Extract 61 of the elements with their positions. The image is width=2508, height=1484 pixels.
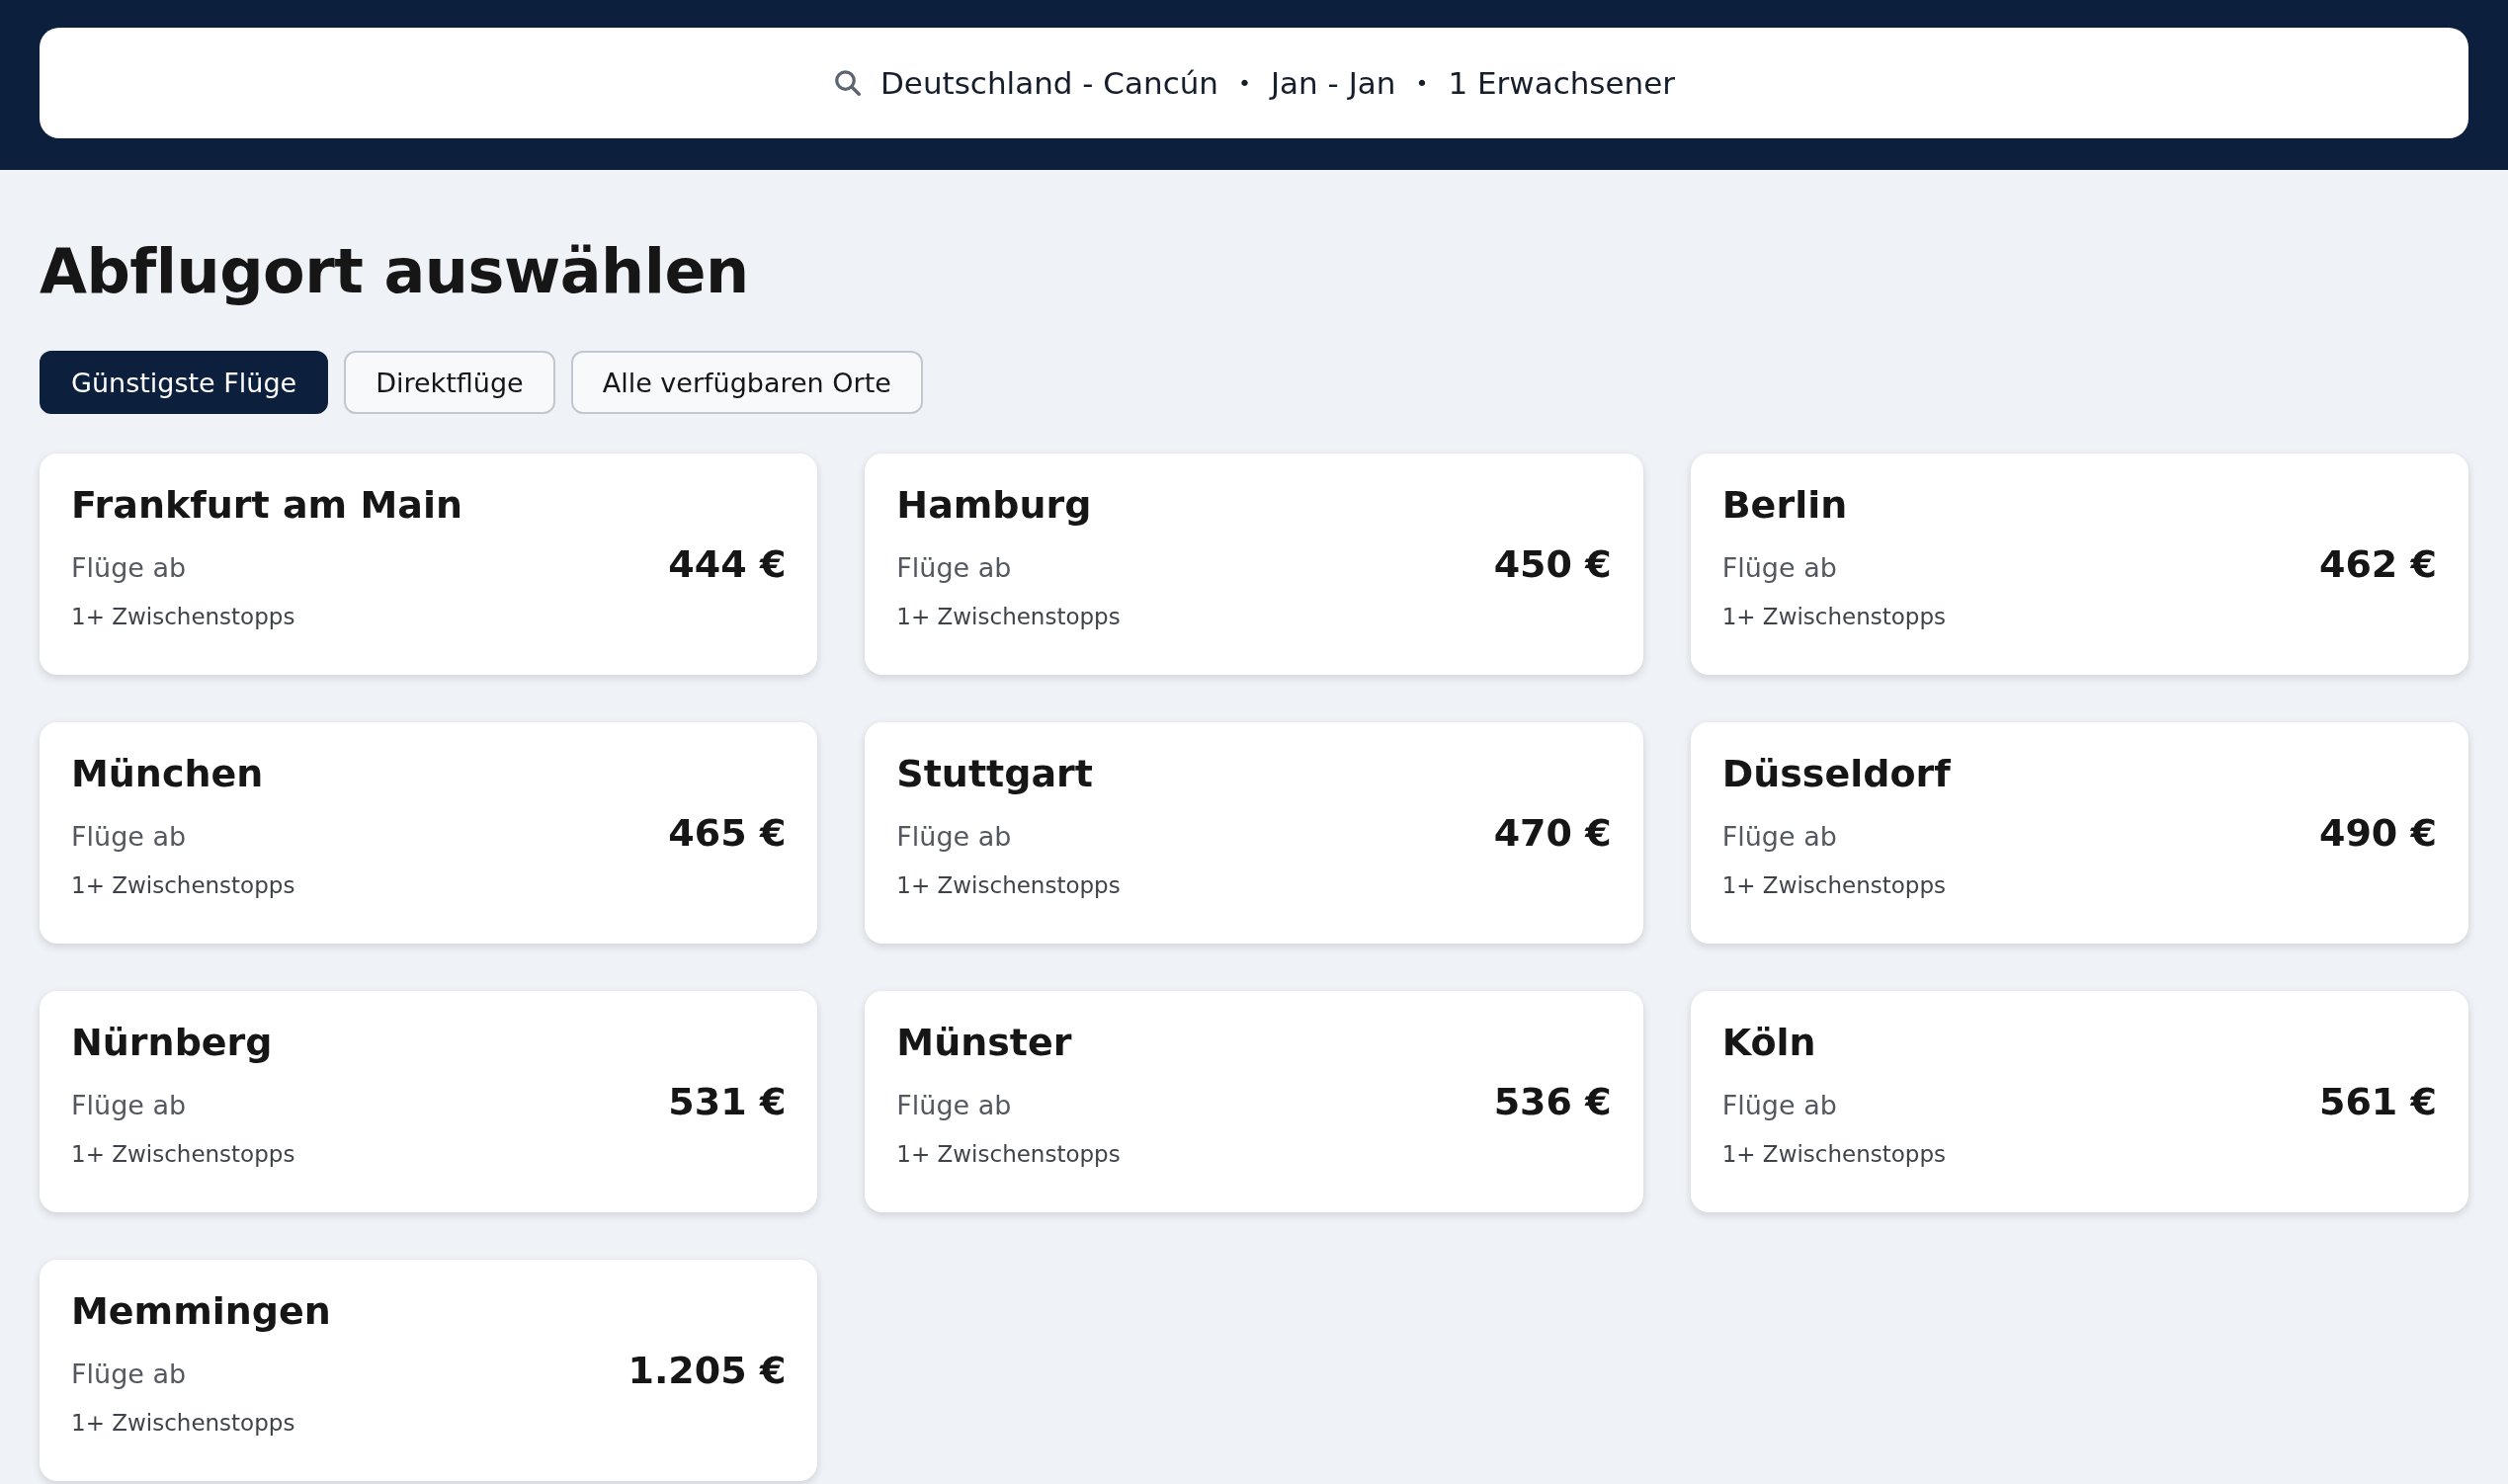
- stops-text: 1+ Zwischenstopps: [71, 604, 296, 629]
- stops-text: 1+ Zwischenstopps: [71, 872, 296, 898]
- price-label: Flüge ab: [71, 821, 187, 852]
- stops-text: 1+ Zwischenstopps: [1721, 1141, 1948, 1167]
- city-name: Berlin: [1721, 483, 1849, 527]
- destination-card[interactable]: Nürnberg Flüge ab 531 € 1+ Zwischenstopps: [40, 991, 818, 1212]
- dates-text: Jan - Jan: [1270, 65, 1396, 101]
- stops-text: 1+ Zwischenstopps: [1721, 872, 1948, 898]
- stops-text: 1+ Zwischenstopps: [896, 872, 1122, 898]
- route-text: Deutschland - Cancún: [879, 65, 1218, 101]
- destination-card[interactable]: Frankfurt am Main Flüge ab 444 € 1+ Zwischenstopps: [40, 453, 818, 675]
- city-name: Köln: [1721, 1021, 1817, 1064]
- stops-text: 1+ Zwischenstopps: [896, 604, 1122, 629]
- price-text: 561 €: [2319, 1080, 2437, 1123]
- price-text: 470 €: [1493, 811, 1612, 855]
- price-label: Flüge ab: [71, 1090, 187, 1120]
- page-title: Abflugort auswählen: [40, 234, 750, 309]
- filter-chip[interactable]: Direktflüge: [344, 351, 555, 414]
- destination-card[interactable]: Berlin Flüge ab 462 € 1+ Zwischenstopps: [1690, 453, 2468, 675]
- price-text: 531 €: [668, 1080, 787, 1123]
- destination-card[interactable]: Hamburg Flüge ab 450 € 1+ Zwischenstopps: [865, 453, 1643, 675]
- filter-chip[interactable]: Alle verfügbaren Orte: [570, 351, 923, 414]
- price-text: 462 €: [2319, 542, 2437, 586]
- city-name: Düsseldorf: [1721, 752, 1952, 795]
- stops-text: 1+ Zwischenstopps: [896, 1141, 1122, 1167]
- search-bar[interactable]: Deutschland - Cancún • Jan - Jan • 1 Erwachsener: [40, 28, 2468, 138]
- city-name: Münster: [896, 1021, 1073, 1064]
- city-name: Memmingen: [71, 1289, 332, 1333]
- stops-text: 1+ Zwischenstopps: [1721, 604, 1948, 629]
- price-text: 490 €: [2319, 811, 2437, 855]
- price-text: 536 €: [1493, 1080, 1612, 1123]
- price-label: Flüge ab: [896, 552, 1012, 583]
- destination-card[interactable]: Köln Flüge ab 561 € 1+ Zwischenstopps: [1690, 991, 2468, 1212]
- city-name: Stuttgart: [896, 752, 1094, 795]
- stops-text: 1+ Zwischenstopps: [71, 1410, 296, 1436]
- stops-text: 1+ Zwischenstopps: [71, 1141, 296, 1167]
- price-label: Flüge ab: [1721, 552, 1837, 583]
- price-text: 450 €: [1493, 542, 1612, 586]
- price-text: 444 €: [668, 542, 787, 586]
- price-text: 465 €: [668, 811, 787, 855]
- filter-chip[interactable]: Günstigste Flüge: [40, 351, 329, 414]
- price-label: Flüge ab: [1721, 821, 1837, 852]
- city-name: Frankfurt am Main: [71, 483, 463, 527]
- price-label: Flüge ab: [71, 552, 187, 583]
- city-name: Nürnberg: [71, 1021, 274, 1064]
- price-label: Flüge ab: [71, 1359, 187, 1389]
- destination-card[interactable]: Stuttgart Flüge ab 470 € 1+ Zwischenstopps: [865, 722, 1643, 944]
- destination-card[interactable]: Münster Flüge ab 536 € 1+ Zwischenstopps: [865, 991, 1643, 1212]
- separator-dot: •: [1415, 70, 1429, 96]
- destination-card[interactable]: Memmingen Flüge ab 1.205 € 1+ Zwischenstopps: [40, 1260, 818, 1481]
- travellers-text: 1 Erwachsener: [1448, 65, 1676, 101]
- destination-card[interactable]: München Flüge ab 465 € 1+ Zwischenstopps: [40, 722, 818, 944]
- price-label: Flüge ab: [1721, 1090, 1837, 1120]
- price-label: Flüge ab: [896, 821, 1012, 852]
- separator-dot: •: [1238, 70, 1251, 96]
- price-label: Flüge ab: [896, 1090, 1012, 1120]
- search-icon: [832, 68, 863, 98]
- city-name: Hamburg: [896, 483, 1093, 527]
- destination-card[interactable]: Düsseldorf Flüge ab 490 € 1+ Zwischenstopps: [1690, 722, 2468, 944]
- price-text: 1.205 €: [627, 1349, 787, 1392]
- city-name: München: [71, 752, 265, 795]
